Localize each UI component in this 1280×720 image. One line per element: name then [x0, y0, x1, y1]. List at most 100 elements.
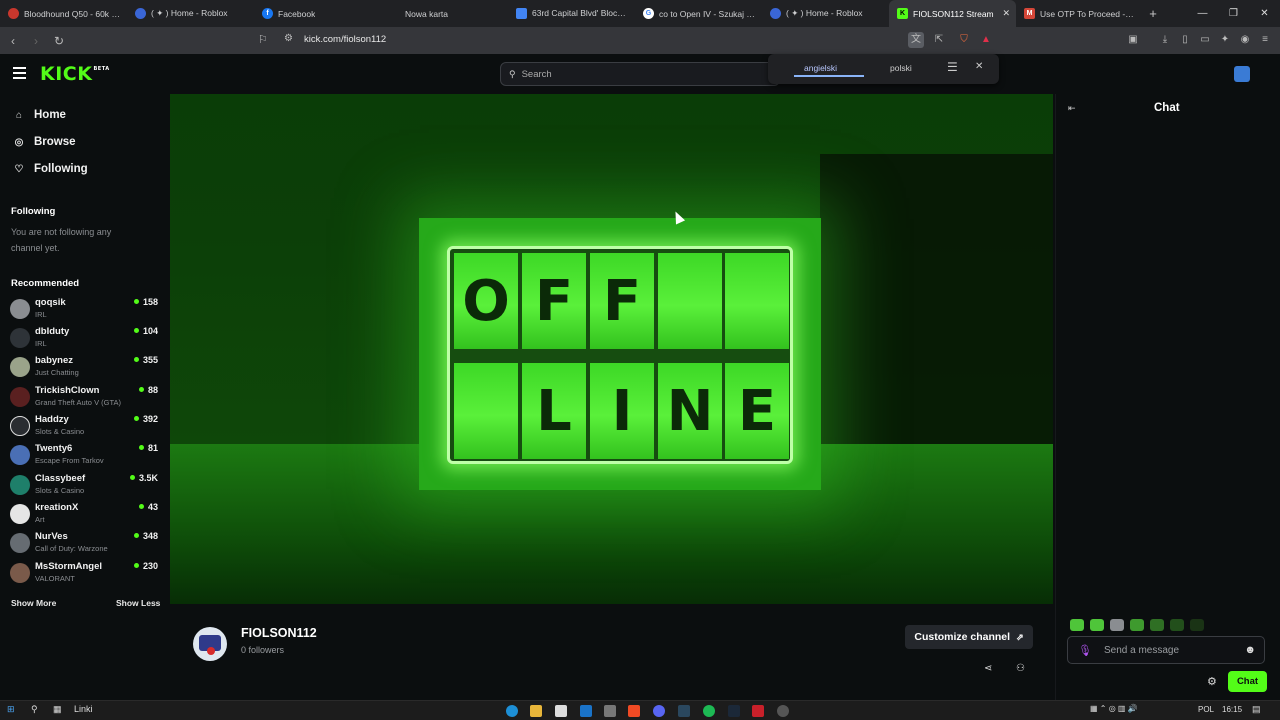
channel-name: qoqsik — [35, 297, 66, 308]
add-friend-icon[interactable]: ⚇ — [1016, 663, 1025, 674]
recommended-channel[interactable]: MsStormAngel VALORANT 230 — [10, 560, 158, 588]
player-shadow — [820, 154, 1053, 444]
tab-google[interactable]: G co to Open IV - Szukaj w G — [635, 0, 762, 27]
brave-taskbar-icon[interactable] — [628, 705, 640, 717]
new-tab-button[interactable]: + — [1143, 6, 1163, 21]
translate-lang-english[interactable]: angielski — [804, 63, 837, 73]
kick-logo[interactable]: KICKBETA — [40, 63, 110, 85]
channel-name[interactable]: FIOLSON112 — [241, 626, 317, 640]
discord-icon[interactable] — [653, 705, 665, 717]
tray-icons[interactable]: ▦ ⌃ ◎ ▥ 🔊 — [1090, 704, 1138, 713]
emote-icon[interactable] — [1090, 619, 1104, 631]
emote-icon[interactable] — [1130, 619, 1144, 631]
windows-start-icon[interactable]: ⊞ — [7, 704, 15, 715]
outlook-icon[interactable] — [580, 705, 592, 717]
emote-icon[interactable] — [1110, 619, 1124, 631]
customize-channel-button[interactable]: Customize channel ⇗ — [905, 625, 1033, 649]
emoji-icon[interactable]: ☻ — [1244, 644, 1256, 656]
edge-icon[interactable] — [506, 705, 518, 717]
rewards-icon[interactable]: ▲ — [978, 32, 994, 48]
channel-name: Haddzy — [35, 414, 69, 425]
site-info-icon[interactable]: ⚙ — [284, 33, 293, 44]
hamburger-menu-icon[interactable] — [13, 67, 26, 79]
offline-sign: O F F L I N E — [419, 218, 821, 490]
tab-doc[interactable]: 63rd Capital Blvd' Blocc 🔥 — [508, 0, 635, 27]
url-field[interactable]: kick.com/fiolson112 — [304, 34, 386, 45]
bookmark-icon[interactable]: ⚐ — [258, 33, 268, 46]
menu-icon[interactable]: ≡ — [1257, 32, 1273, 48]
emote-icon[interactable] — [1070, 619, 1084, 631]
video-player[interactable]: O F F L I N E — [170, 94, 1053, 604]
adobe-icon[interactable] — [752, 705, 764, 717]
back-icon[interactable]: ‹ — [3, 34, 23, 48]
maximize-icon[interactable]: ❐ — [1218, 0, 1249, 27]
collapse-chat-icon[interactable]: ⇤ — [1068, 103, 1076, 114]
chat-message-input[interactable]: 🎙 Send a message ☻ — [1067, 636, 1265, 664]
language-indicator[interactable]: POL — [1198, 705, 1214, 714]
spotify-icon[interactable] — [703, 705, 715, 717]
recommended-channel[interactable]: kreationX Art 43 — [10, 501, 158, 529]
download-icon[interactable]: ⤓ — [1157, 32, 1173, 48]
recommended-channel[interactable]: dbIduty IRL 104 — [10, 325, 158, 353]
leo-icon[interactable]: ✦ — [1217, 32, 1233, 48]
settings-icon[interactable] — [777, 705, 789, 717]
reading-list-icon[interactable]: ▯ — [1177, 32, 1193, 48]
steam-icon[interactable] — [678, 705, 690, 717]
vpn-icon[interactable]: ◉ — [1237, 32, 1253, 48]
clock[interactable]: 16:15 — [1222, 705, 1242, 714]
show-more-link[interactable]: Show More — [11, 598, 56, 608]
emote-icon[interactable] — [1150, 619, 1164, 631]
chat-placeholder: Send a message — [1103, 644, 1180, 656]
recommended-channel[interactable]: babynez Just Chatting 355 — [10, 354, 158, 382]
show-less-link[interactable]: Show Less — [116, 598, 160, 608]
recommended-channel[interactable]: qoqsik IRL 158 — [10, 296, 158, 324]
tab-roblox-2[interactable]: ( ✦ ) Home - Roblox — [762, 0, 889, 27]
task-view-icon[interactable]: ▦ — [53, 704, 62, 715]
links-toolbar[interactable]: Linki — [74, 704, 93, 714]
recommended-channel[interactable]: TrickishClown Grand Theft Auto V (GTA) 8… — [10, 384, 158, 412]
emote-icon[interactable] — [1170, 619, 1184, 631]
sidebar-toggle-icon[interactable]: ▣ — [1125, 32, 1141, 48]
store-icon[interactable] — [604, 705, 616, 717]
brave-shield-icon[interactable]: ⛉ — [956, 32, 972, 48]
tab-new[interactable]: Nowa karta — [381, 0, 508, 27]
translate-icon[interactable]: 文 — [908, 32, 924, 48]
app-icon[interactable] — [555, 705, 567, 717]
sidebar-item-following[interactable]: ♡ Following — [12, 160, 88, 178]
home-icon: ⌂ — [15, 109, 23, 121]
close-tab-icon[interactable]: ✕ — [1002, 8, 1010, 19]
sidebar-item-browse[interactable]: ◎ Browse — [12, 133, 76, 151]
forward-icon[interactable]: › — [26, 34, 46, 48]
recommended-channel[interactable]: NurVes Call of Duty: Warzone 348 — [10, 530, 158, 558]
translate-close-icon[interactable]: ✕ — [975, 61, 983, 72]
reload-icon[interactable]: ↻ — [49, 34, 69, 48]
steam-2-icon[interactable] — [728, 705, 740, 717]
file-explorer-icon[interactable] — [530, 705, 542, 717]
chat-send-button[interactable]: Chat — [1228, 671, 1267, 692]
user-avatar[interactable] — [1234, 66, 1250, 82]
chat-settings-gear-icon[interactable]: ⚙ — [1207, 675, 1217, 688]
microphone-icon[interactable]: 🎙 — [1078, 644, 1092, 657]
translate-options-icon[interactable]: ☰ — [947, 60, 958, 74]
recommended-channel[interactable]: Twenty6 Escape From Tarkov 81 — [10, 442, 158, 470]
offline-board: O F F L I N E — [447, 246, 793, 464]
tab-kick-active[interactable]: K FIOLSON112 Stream ✕ — [889, 0, 1016, 27]
recommended-channel[interactable]: Haddzy Slots & Casino 392 — [10, 413, 158, 441]
channel-avatar[interactable] — [193, 627, 227, 661]
recommended-channel[interactable]: Classybeef Slots & Casino 3.5K — [10, 472, 158, 500]
tab-facebook[interactable]: f Facebook — [254, 0, 381, 27]
share-icon[interactable]: ⋖ — [984, 663, 992, 674]
sidebar-item-home[interactable]: ⌂ Home — [12, 106, 66, 124]
search-icon[interactable]: ⚲ — [31, 704, 38, 715]
wallet-icon[interactable]: ▭ — [1197, 32, 1213, 48]
close-window-icon[interactable]: ✕ — [1249, 0, 1280, 27]
minimize-icon[interactable]: — — [1187, 0, 1218, 27]
search-input[interactable]: ⚲ Search — [500, 62, 780, 86]
translate-lang-polish[interactable]: polski — [890, 63, 912, 73]
emote-icon[interactable] — [1190, 619, 1204, 631]
tab-roblox-1[interactable]: ( ✦ ) Home - Roblox — [127, 0, 254, 27]
tab-bloodhound[interactable]: Bloodhound Q50 - 60k (O — [0, 0, 127, 27]
notifications-icon[interactable]: ▤ — [1252, 704, 1261, 715]
share-icon[interactable]: ⇱ — [931, 32, 947, 48]
tab-gmail[interactable]: M Use OTP To Proceed - fiolo — [1016, 0, 1143, 27]
